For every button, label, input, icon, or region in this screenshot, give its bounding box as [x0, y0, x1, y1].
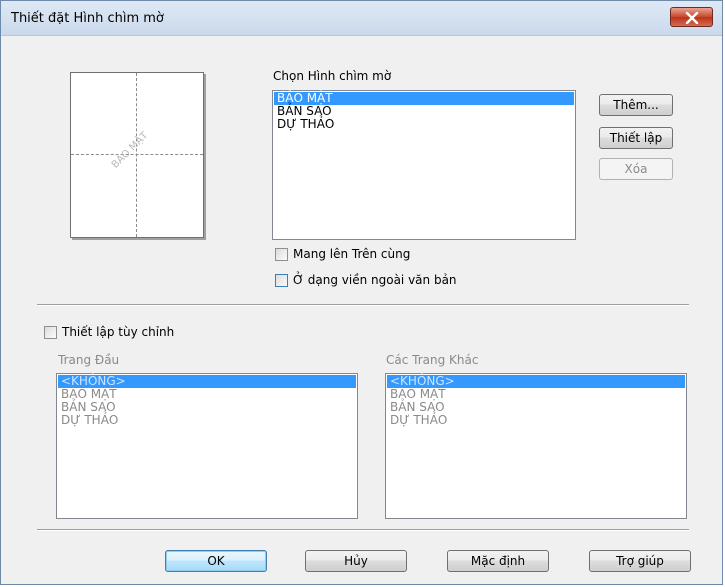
ok-button-label: OK [207, 554, 225, 568]
add-button[interactable]: Thêm... [599, 94, 673, 116]
add-button-label: Thêm... [613, 98, 659, 112]
cancel-button[interactable]: Hủy [305, 550, 407, 572]
preview-vertical-guide [136, 73, 137, 237]
watermark-preview: BẢO MẬT [70, 72, 204, 238]
title-bar: Thiết đặt Hình chìm mờ [1, 1, 722, 36]
watermark-listbox[interactable]: BẢO MẬT BẢN SAO DỰ THẢO [272, 90, 576, 240]
custom-settings-checkbox[interactable] [44, 326, 57, 339]
default-button-label: Mặc định [470, 554, 526, 568]
close-icon [685, 12, 699, 24]
bring-to-front-checkbox[interactable] [275, 248, 288, 261]
list-item[interactable]: DỰ THẢO [387, 414, 685, 427]
settings-button-label: Thiết lập [609, 131, 663, 145]
first-page-label: Trang Đầu [58, 353, 120, 367]
other-pages-label: Các Trang Khác [386, 353, 479, 367]
first-page-listbox[interactable]: <KHÔNG> BẢO MẬT BẢN SAO DỰ THẢO [56, 373, 358, 519]
watermark-settings-dialog: Thiết đặt Hình chìm mờ BẢO MẬT Chọn Hình… [0, 0, 723, 585]
other-pages-listbox[interactable]: <KHÔNG> BẢO MẬT BẢN SAO DỰ THẢO [385, 373, 687, 519]
close-button[interactable] [670, 7, 713, 27]
ok-button[interactable]: OK [165, 550, 267, 572]
default-button[interactable]: Mặc định [447, 550, 549, 572]
preview-horizontal-guide [71, 154, 203, 155]
outline-text-label: Ở dạng viền ngoài văn bản [293, 273, 457, 287]
bring-to-front-label: Mang lên Trên cùng [293, 247, 411, 261]
separator-top [37, 304, 689, 306]
delete-button-label: Xóa [624, 162, 648, 176]
help-button-label: Trợ giúp [616, 554, 664, 568]
custom-settings-label: Thiết lập tùy chỉnh [62, 325, 175, 339]
separator-bottom [37, 529, 689, 531]
outline-text-checkbox[interactable] [275, 274, 288, 287]
choose-watermark-label: Chọn Hình chìm mờ [273, 69, 392, 83]
settings-button[interactable]: Thiết lập [599, 127, 673, 149]
list-item[interactable]: DỰ THẢO [58, 414, 356, 427]
dialog-title: Thiết đặt Hình chìm mờ [11, 11, 164, 26]
preview-watermark-text: BẢO MẬT [109, 130, 151, 171]
delete-button[interactable]: Xóa [599, 158, 673, 180]
help-button[interactable]: Trợ giúp [589, 550, 691, 572]
list-item[interactable]: DỰ THẢO [274, 118, 574, 131]
cancel-button-label: Hủy [344, 554, 368, 568]
